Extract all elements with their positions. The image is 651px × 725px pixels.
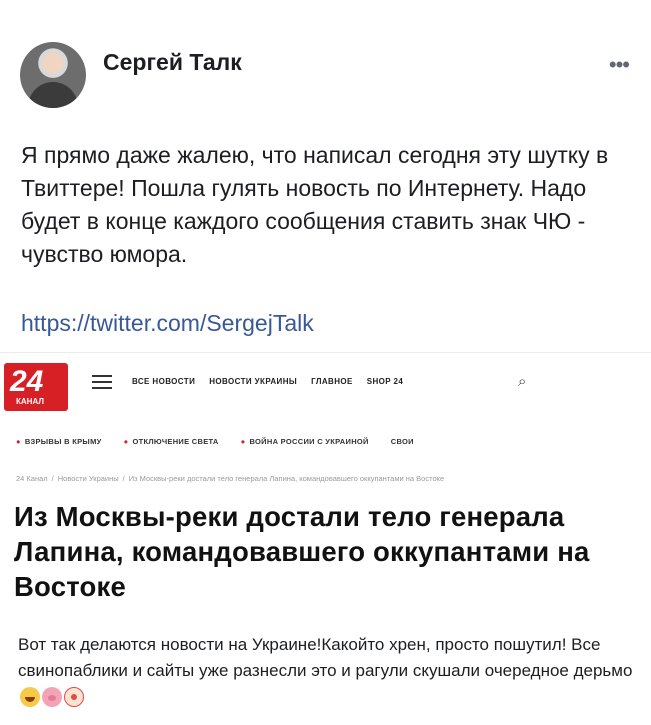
tag-own[interactable]: СВОИ <box>391 437 414 446</box>
news-screenshot: 24 КАНАЛ ВСЕ НОВОСТИ НОВОСТИ УКРАИНЫ ГЛА… <box>0 352 651 613</box>
fire-icon: ● <box>240 437 246 446</box>
pig-emoji-icon <box>42 686 62 707</box>
laughing-emoji-icon <box>20 686 40 707</box>
breadcrumb-home[interactable]: 24 Канал <box>16 474 48 483</box>
breadcrumb: 24 Канал / Новости Украины / Из Москвы-реки … <box>16 474 445 483</box>
fire-icon: ● <box>16 437 21 446</box>
tag-war[interactable]: ● ВОЙНА РОССИИ С УКРАИНОЙ <box>241 437 369 446</box>
post-text: Я прямо даже жалею, что написал сегодня … <box>21 142 609 267</box>
breadcrumb-section[interactable]: Новости Украины <box>58 474 119 483</box>
tag-bar: ● ВЗРЫВЫ В КРЫМУ ● ОТКЛЮЧЕНИЕ СВЕТА ● ВОЙНА… <box>16 437 414 446</box>
fire-icon: ● <box>123 437 129 446</box>
caption-body: Вот так делаются новости на Украине!Како… <box>18 635 633 680</box>
breadcrumb-current: Из Москвы-реки достали тело генерала Лап… <box>128 474 445 483</box>
tag-crimea[interactable]: ● ВЗРЫВЫ В КРЫМУ <box>16 437 102 446</box>
menu-icon[interactable] <box>92 375 112 389</box>
caption-text: Вот так делаются новости на Украине!Како… <box>18 632 638 709</box>
clown-emoji-icon <box>64 686 84 707</box>
nav-all-news[interactable]: ВСЕ НОВОСТИ <box>132 377 195 386</box>
more-options-icon[interactable]: ••• <box>609 52 630 78</box>
post-header: Сергей Талк ••• <box>20 42 631 112</box>
author-name[interactable]: Сергей Талк <box>103 49 242 76</box>
nav-ukraine-news[interactable]: НОВОСТИ УКРАИНЫ <box>209 377 297 386</box>
avatar[interactable] <box>20 42 86 108</box>
nav-main[interactable]: ГЛАВНОЕ <box>311 377 353 386</box>
search-icon[interactable]: ⌕ <box>518 373 526 390</box>
top-nav: ВСЕ НОВОСТИ НОВОСТИ УКРАИНЫ ГЛАВНОЕ SHOP… <box>132 377 403 386</box>
nav-shop[interactable]: SHOP 24 <box>367 377 403 386</box>
article-headline[interactable]: Из Москвы-реки достали тело генерала Лап… <box>14 499 650 604</box>
emoji-group <box>20 686 84 707</box>
logo-number: 24 <box>10 365 44 398</box>
logo-sub: КАНАЛ <box>16 397 44 406</box>
channel24-logo: 24 КАНАЛ <box>4 363 68 411</box>
tag-blackout[interactable]: ● ОТКЛЮЧЕНИЕ СВЕТА <box>124 437 219 446</box>
post-link[interactable]: https://twitter.com/SergejTalk <box>21 310 314 337</box>
